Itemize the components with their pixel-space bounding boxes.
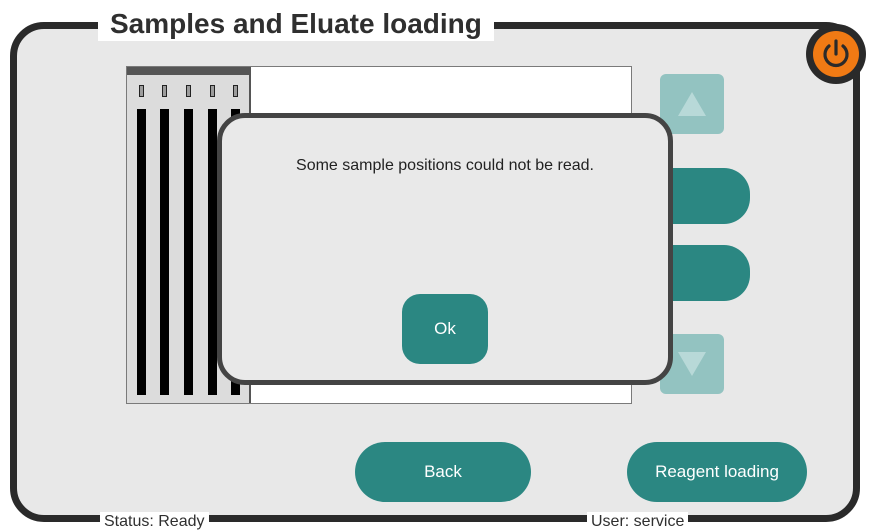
message-dialog: Some sample positions could not be read.… bbox=[217, 113, 673, 385]
tube-cap bbox=[233, 85, 238, 97]
sample-tube[interactable] bbox=[160, 109, 169, 395]
back-button[interactable]: Back bbox=[355, 442, 531, 502]
power-icon bbox=[823, 39, 849, 68]
triangle-up-icon bbox=[678, 92, 706, 116]
ok-button[interactable]: Ok bbox=[402, 294, 488, 364]
sample-tube[interactable] bbox=[184, 109, 193, 395]
power-button[interactable] bbox=[813, 31, 859, 77]
tube-cap bbox=[186, 85, 191, 97]
rack-header bbox=[127, 67, 249, 75]
dialog-message: Some sample positions could not be read. bbox=[296, 157, 594, 174]
sample-tube[interactable] bbox=[208, 109, 217, 395]
reagent-loading-button[interactable]: Reagent loading bbox=[627, 442, 807, 502]
tube-cap bbox=[139, 85, 144, 97]
page-title: Samples and Eluate loading bbox=[98, 7, 494, 41]
scroll-up-button[interactable] bbox=[660, 74, 724, 134]
user-label: User: service bbox=[587, 512, 689, 532]
title-divider bbox=[512, 22, 802, 29]
status-label: Status: Ready bbox=[100, 512, 209, 532]
sample-tube[interactable] bbox=[137, 109, 146, 395]
tube-cap bbox=[162, 85, 167, 97]
tube-cap bbox=[210, 85, 215, 97]
